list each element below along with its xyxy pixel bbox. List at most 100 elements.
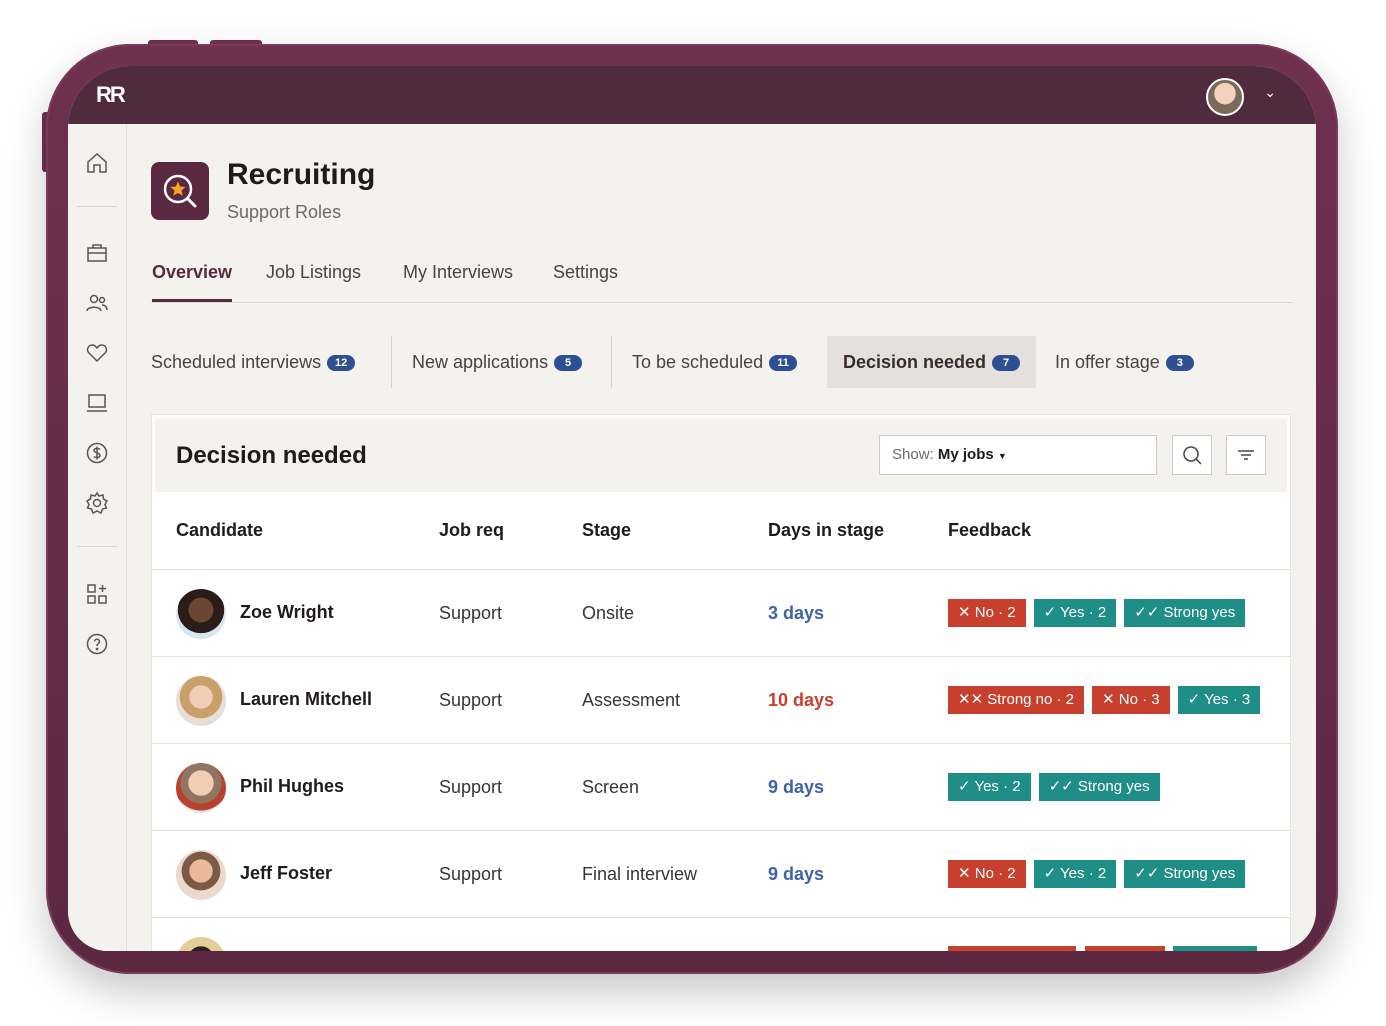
- feedback-tag[interactable]: ✓ Yes · 3: [1177, 686, 1261, 714]
- candidate-name[interactable]: Lauren Mitchell: [240, 689, 372, 710]
- stage-divider: [391, 336, 392, 388]
- people-icon[interactable]: [85, 291, 109, 315]
- panel-title: Decision needed: [176, 442, 367, 469]
- add-apps-icon[interactable]: [85, 582, 109, 606]
- sidebar-divider: [77, 546, 117, 547]
- feedback-tags: ✓ Yes · 2 ✓✓ Strong yes: [948, 773, 1168, 801]
- feedback-tag[interactable]: ✕✕ Strong no · 2: [948, 686, 1085, 714]
- tab-job-listings[interactable]: Job Listings: [266, 262, 361, 302]
- days-in-stage: 3 days: [768, 603, 825, 623]
- stage-label: To be scheduled: [632, 352, 764, 372]
- laptop-icon[interactable]: [85, 391, 109, 415]
- help-icon[interactable]: [85, 632, 109, 656]
- table-row[interactable]: Phil Hughes Support Screen 9 days ✓ Yes …: [152, 743, 1290, 831]
- search-icon: [1183, 446, 1202, 465]
- show-value: My jobs: [937, 446, 994, 463]
- search-star-icon: [163, 174, 197, 208]
- briefcase-icon[interactable]: [85, 241, 109, 265]
- column-header-feedback[interactable]: Feedback: [948, 520, 1031, 541]
- table-row[interactable]: Zoe Wright Support Onsite 3 days ✕ No · …: [152, 569, 1290, 657]
- page-title: Recruiting: [227, 158, 376, 191]
- table-row[interactable]: Jeff Foster Support Final interview 9 da…: [152, 830, 1290, 918]
- user-avatar[interactable]: [1206, 78, 1244, 116]
- stage-divider: [611, 336, 612, 388]
- feedback-tag-partial: [1085, 946, 1165, 951]
- stage-in-offer-stage[interactable]: In offer stage 3: [1055, 336, 1194, 388]
- candidate-avatar: [176, 589, 226, 639]
- feedback-tag[interactable]: ✓✓ Strong yes: [1124, 599, 1246, 627]
- feedback-tag[interactable]: ✓ Yes · 2: [948, 773, 1031, 801]
- feedback-tag[interactable]: ✕ No · 2: [948, 599, 1026, 627]
- feedback-tag[interactable]: ✓✓ Strong yes: [1124, 860, 1246, 888]
- search-button[interactable]: [1172, 435, 1212, 475]
- decision-panel: Decision needed Show: My jobs ▼ Candidat…: [151, 414, 1291, 951]
- feedback-tag-partial: [948, 946, 1076, 951]
- column-header-days-in-stage[interactable]: Days in stage: [768, 520, 884, 541]
- show-label: Show:: [892, 446, 934, 463]
- job-req: Support: [439, 690, 503, 710]
- feedback-tag[interactable]: ✕ No · 3: [1092, 686, 1170, 714]
- sidebar: [68, 124, 127, 951]
- feedback-tags: ✕ No · 2 ✓ Yes · 2 ✓✓ Strong yes: [948, 599, 1253, 627]
- candidate-avatar: [176, 937, 226, 951]
- feedback-tag[interactable]: ✓✓ Strong yes: [1038, 773, 1160, 801]
- stage-decision-needed[interactable]: Decision needed 7: [827, 336, 1037, 388]
- count-badge: 11: [769, 355, 798, 372]
- days-in-stage: 9 days: [768, 777, 825, 797]
- feedback-tag[interactable]: ✓ Yes · 2: [1033, 599, 1117, 627]
- stage-label: Decision needed: [843, 352, 987, 372]
- feedback-tags: ✕ No · 2 ✓ Yes · 2 ✓✓ Strong yes: [948, 860, 1253, 888]
- feedback-tag[interactable]: ✓ Yes · 2: [1033, 860, 1117, 888]
- count-badge: 12: [327, 355, 356, 372]
- stage-cell: Final interview: [582, 864, 698, 884]
- candidate-name[interactable]: Zoe Wright: [240, 602, 334, 623]
- tab-settings[interactable]: Settings: [553, 262, 618, 302]
- page-subtitle: Support Roles: [227, 202, 342, 222]
- stage-new-applications[interactable]: New applications 5: [412, 336, 583, 388]
- job-req: Support: [439, 777, 503, 797]
- dollar-icon[interactable]: [85, 441, 109, 465]
- feedback-tags: ✕✕ Strong no · 2 ✕ No · 3 ✓ Yes · 3: [948, 686, 1268, 714]
- candidate-name[interactable]: Jeff Foster: [240, 863, 332, 884]
- table-row-partial[interactable]: [152, 917, 1290, 951]
- chevron-down-icon[interactable]: ⌄: [1264, 84, 1276, 101]
- candidate-avatar: [176, 676, 226, 726]
- filter-icon: [1238, 450, 1254, 460]
- job-req: Support: [439, 603, 503, 623]
- stage-label: New applications: [412, 352, 549, 372]
- stage-scheduled-interviews[interactable]: Scheduled interviews 12: [151, 336, 356, 388]
- tab-my-interviews[interactable]: My Interviews: [403, 262, 513, 302]
- main-content: Recruiting Support Roles Overview Job Li…: [127, 124, 1316, 951]
- app-logo[interactable]: RR: [96, 82, 126, 108]
- stage-to-be-scheduled[interactable]: To be scheduled 11: [632, 336, 798, 388]
- candidate-avatar: [176, 850, 226, 900]
- sidebar-divider: [77, 206, 117, 207]
- feedback-tag-partial: [1173, 946, 1257, 951]
- panel-header: Decision needed Show: My jobs ▼: [155, 418, 1287, 492]
- heart-icon[interactable]: [85, 341, 109, 365]
- settings-gear-icon[interactable]: [85, 491, 109, 515]
- column-header-candidate[interactable]: Candidate: [176, 520, 263, 541]
- top-bar: RR ⌄: [68, 66, 1316, 124]
- stage-label: In offer stage: [1055, 352, 1160, 372]
- home-icon[interactable]: [85, 151, 109, 175]
- stage-cell: Assessment: [582, 690, 681, 710]
- table-row[interactable]: Lauren Mitchell Support Assessment 10 da…: [152, 656, 1290, 744]
- stage-filter-bar: Scheduled interviews 12 New applications 5…: [151, 336, 1251, 388]
- app-screen: RR ⌄ Recruiting Support Roles Overview J…: [68, 66, 1316, 951]
- count-badge: 3: [1165, 355, 1194, 372]
- candidate-avatar: [176, 763, 226, 813]
- show-filter-dropdown[interactable]: Show: My jobs ▼: [879, 435, 1157, 475]
- column-header-stage[interactable]: Stage: [582, 520, 631, 541]
- count-badge: 7: [992, 355, 1021, 372]
- candidate-name[interactable]: Phil Hughes: [240, 776, 344, 797]
- nav-tabs: Overview Job Listings My Interviews Sett…: [151, 262, 1293, 303]
- days-in-stage: 10 days: [768, 690, 835, 710]
- tab-overview[interactable]: Overview: [152, 262, 233, 302]
- feedback-tag[interactable]: ✕ No · 2: [948, 860, 1026, 888]
- caret-down-icon: ▼: [997, 451, 1007, 461]
- job-req: Support: [439, 864, 503, 884]
- column-header-job-req[interactable]: Job req: [439, 520, 504, 541]
- filter-button[interactable]: [1226, 435, 1266, 475]
- stage-cell: Onsite: [582, 603, 635, 623]
